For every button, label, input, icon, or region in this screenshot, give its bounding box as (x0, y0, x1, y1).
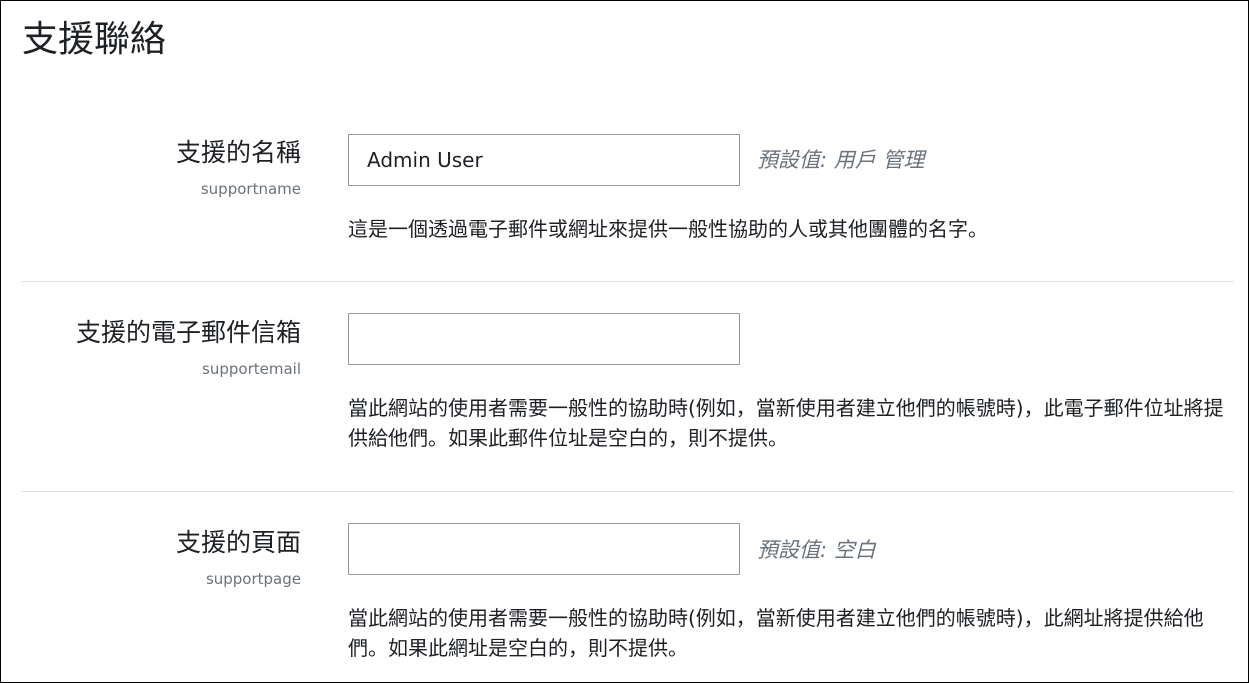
setting-supportemail: 支援的電子郵件信箱 supportemail 當此網站的使用者需要一般性的協助時… (21, 281, 1234, 491)
setting-supportpage: 支援的頁面 supportpage 預設值: 空白 當此網站的使用者需要一般性的… (21, 491, 1234, 682)
setting-label-group: 支援的電子郵件信箱 supportemail (76, 316, 301, 379)
default-value-note: 預設值: 用戶 管理 (757, 148, 925, 172)
page-title: 支援聯絡 (22, 19, 167, 60)
setting-label: 支援的頁面 (175, 528, 301, 557)
setting-label: 支援的電子郵件信箱 (75, 318, 301, 347)
setting-label: 支援的名稱 (175, 138, 301, 167)
setting-label-group: 支援的名稱 supportname (176, 136, 301, 199)
setting-description: 這是一個透過電子郵件或網址來提供一般性協助的人或其他團體的名字。 (348, 217, 988, 241)
setting-supportname: 支援的名稱 supportname 預設值: 用戶 管理 這是一個透過電子郵件或… (21, 111, 1234, 281)
setting-key: supportname (200, 180, 301, 198)
setting-key: supportemail (202, 360, 301, 378)
setting-description: 當此網站的使用者需要一般性的協助時(例如，當新使用者建立他們的帳號時)，此電子郵… (348, 396, 1224, 450)
setting-description: 當此網站的使用者需要一般性的協助時(例如，當新使用者建立他們的帳號時)，此網址將… (348, 606, 1204, 660)
supportpage-input[interactable] (348, 523, 740, 575)
setting-key: supportpage (205, 570, 301, 588)
default-value-note: 預設值: 空白 (757, 538, 876, 562)
supportemail-input[interactable] (348, 313, 740, 365)
settings-panel: 支援聯絡 支援的名稱 supportname 預設值: 用戶 管理 這是一個透過… (0, 0, 1249, 683)
supportname-input[interactable] (348, 134, 740, 186)
setting-label-group: 支援的頁面 supportpage (176, 526, 301, 589)
